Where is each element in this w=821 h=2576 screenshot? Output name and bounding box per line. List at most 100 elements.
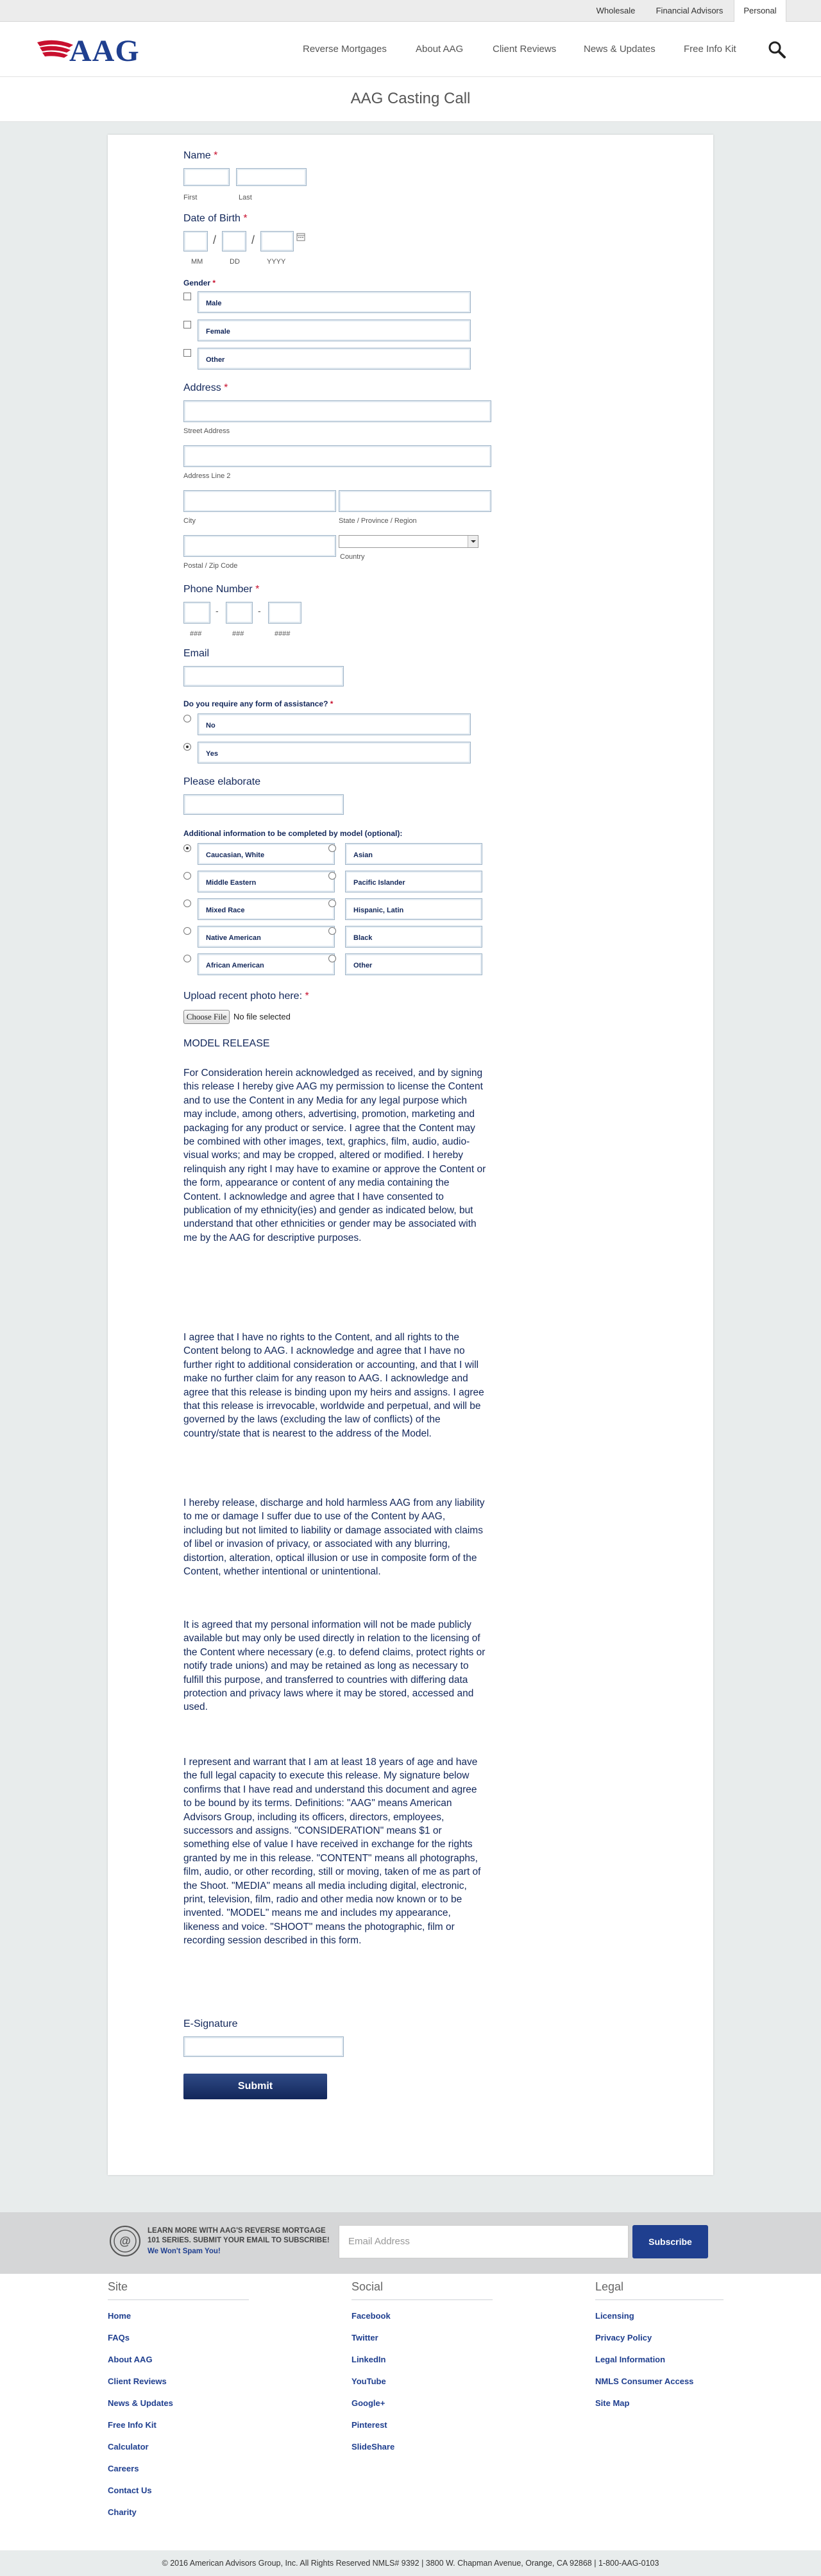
state-input[interactable] [339, 490, 491, 512]
country-select[interactable] [339, 535, 478, 548]
calendar-icon[interactable] [296, 232, 305, 241]
footer-link[interactable]: Google+ [351, 2398, 385, 2408]
ethnicity-option[interactable]: Other [345, 953, 482, 975]
ethnicity-option[interactable]: Mixed Race [198, 898, 335, 920]
ethnicity-radio[interactable] [183, 844, 191, 852]
ethnicity-option[interactable]: African American [198, 953, 335, 975]
ethnicity-radio[interactable] [183, 872, 191, 880]
assistance-option[interactable]: No [198, 713, 471, 735]
footer-link[interactable]: Careers [108, 2464, 139, 2473]
gender-option[interactable]: Other [198, 348, 471, 370]
footer-link[interactable]: Free Info Kit [108, 2420, 157, 2430]
ethnicity-radio[interactable] [328, 927, 336, 935]
postal-code-input[interactable] [183, 535, 336, 557]
ethnicity-option[interactable]: Middle Eastern [198, 871, 335, 892]
ethnicity-radio[interactable] [183, 900, 191, 907]
assistance-yes-radio[interactable] [183, 743, 191, 751]
footer-link[interactable]: Site Map [595, 2398, 629, 2408]
ethnicity-radio[interactable] [328, 844, 336, 852]
street-address-input[interactable] [183, 400, 491, 422]
footer-link[interactable]: Facebook [351, 2311, 391, 2321]
dob-year-sublabel: YYYY [267, 258, 286, 266]
ethnicity-radio[interactable] [183, 927, 191, 935]
street-address-sublabel: Street Address [183, 427, 230, 435]
last-name-input[interactable] [236, 168, 307, 186]
footer-link[interactable]: Twitter [351, 2333, 378, 2342]
nav-news-updates[interactable]: News & Updates [584, 44, 656, 55]
footer-link[interactable]: Pinterest [351, 2420, 387, 2430]
footer-link[interactable]: Charity [108, 2507, 137, 2517]
footer-divider [108, 2299, 249, 2300]
footer-link[interactable]: Legal Information [595, 2355, 665, 2364]
phone-line-input[interactable] [268, 602, 301, 624]
tab-financial-advisors[interactable]: Financial Advisors [649, 0, 730, 22]
footer-link[interactable]: News & Updates [108, 2398, 173, 2408]
footer-link[interactable]: LinkedIn [351, 2355, 385, 2364]
city-input[interactable] [183, 490, 336, 512]
subscribe-button[interactable]: Subscribe [632, 2225, 708, 2258]
page-title: AAG Casting Call [350, 90, 471, 107]
nav-client-reviews[interactable]: Client Reviews [493, 44, 556, 55]
nav-free-info-kit[interactable]: Free Info Kit [684, 44, 736, 55]
footer-link[interactable]: Licensing [595, 2311, 634, 2321]
gender-option[interactable]: Female [198, 320, 471, 341]
footer-link[interactable]: FAQs [108, 2333, 130, 2342]
gender-option[interactable]: Male [198, 291, 471, 313]
ethnicity-option[interactable]: Native American [198, 926, 335, 948]
dob-year-input[interactable] [260, 231, 294, 252]
footer-link[interactable]: SlideShare [351, 2442, 394, 2452]
search-icon[interactable] [767, 40, 786, 59]
postal-code-sublabel: Postal / Zip Code [183, 562, 238, 570]
chevron-down-icon [468, 536, 478, 547]
footer-legal-heading: Legal [595, 2280, 624, 2293]
casting-call-form: Name * First Last Date of Birth * / / MM… [108, 135, 713, 2175]
footer-link[interactable]: Contact Us [108, 2486, 152, 2495]
ethnicity-radio[interactable] [183, 955, 191, 962]
footer-link[interactable]: About AAG [108, 2355, 153, 2364]
nav-about-aag[interactable]: About AAG [416, 44, 463, 55]
footer-link[interactable]: Client Reviews [108, 2376, 167, 2386]
dob-day-input[interactable] [222, 231, 246, 252]
assistance-option[interactable]: Yes [198, 742, 471, 763]
address-line2-input[interactable] [183, 445, 491, 467]
submit-button[interactable]: Submit [183, 2074, 327, 2099]
nav-reverse-mortgages[interactable]: Reverse Mortgages [303, 44, 387, 55]
elaborate-input[interactable] [183, 794, 344, 815]
ethnicity-radio[interactable] [328, 900, 336, 907]
ethnicity-option[interactable]: Hispanic, Latin [345, 898, 482, 920]
email-input[interactable] [183, 666, 344, 687]
first-name-input[interactable] [183, 168, 230, 186]
gender-label: Gender * [183, 278, 216, 287]
choose-file-button[interactable]: Choose File [183, 1010, 230, 1024]
newsletter-email-input[interactable]: Email Address [339, 2225, 629, 2258]
release-paragraph: For Consideration herein acknowledged as… [183, 1068, 486, 1243]
footer-link[interactable]: YouTube [351, 2376, 386, 2386]
address-line2-sublabel: Address Line 2 [183, 472, 231, 480]
assistance-no-radio[interactable] [183, 715, 191, 722]
gender-other-checkbox[interactable] [183, 349, 191, 357]
footer-link[interactable]: Privacy Policy [595, 2333, 652, 2342]
footer-link[interactable]: NMLS Consumer Access [595, 2376, 693, 2386]
aag-logo[interactable]: AAG [36, 34, 158, 68]
footer-link[interactable]: Home [108, 2311, 131, 2321]
dob-day-sublabel: DD [230, 258, 240, 266]
ethnicity-radio[interactable] [328, 872, 336, 880]
phone-prefix-input[interactable] [226, 602, 253, 624]
esignature-input[interactable] [183, 2036, 344, 2057]
ethnicity-option[interactable]: Caucasian, White [198, 843, 335, 865]
tab-wholesale[interactable]: Wholesale [589, 0, 643, 22]
ethnicity-option[interactable]: Asian [345, 843, 482, 865]
ethnicity-option[interactable]: Pacific Islander [345, 871, 482, 892]
no-spam-text: We Won't Spam You! [148, 2248, 221, 2255]
gender-male-checkbox[interactable] [183, 293, 191, 300]
ethnicity-radio[interactable] [328, 955, 336, 962]
ethnicity-option[interactable]: Black [345, 926, 482, 948]
address-label: Address * [183, 382, 228, 394]
tab-personal[interactable]: Personal [734, 0, 786, 22]
gender-female-checkbox[interactable] [183, 321, 191, 328]
phone-line-sublabel: #### [275, 630, 291, 638]
footer-link[interactable]: Calculator [108, 2442, 149, 2452]
dob-month-input[interactable] [183, 231, 208, 252]
phone-area-input[interactable] [183, 602, 210, 624]
dob-separator: / [251, 234, 255, 246]
